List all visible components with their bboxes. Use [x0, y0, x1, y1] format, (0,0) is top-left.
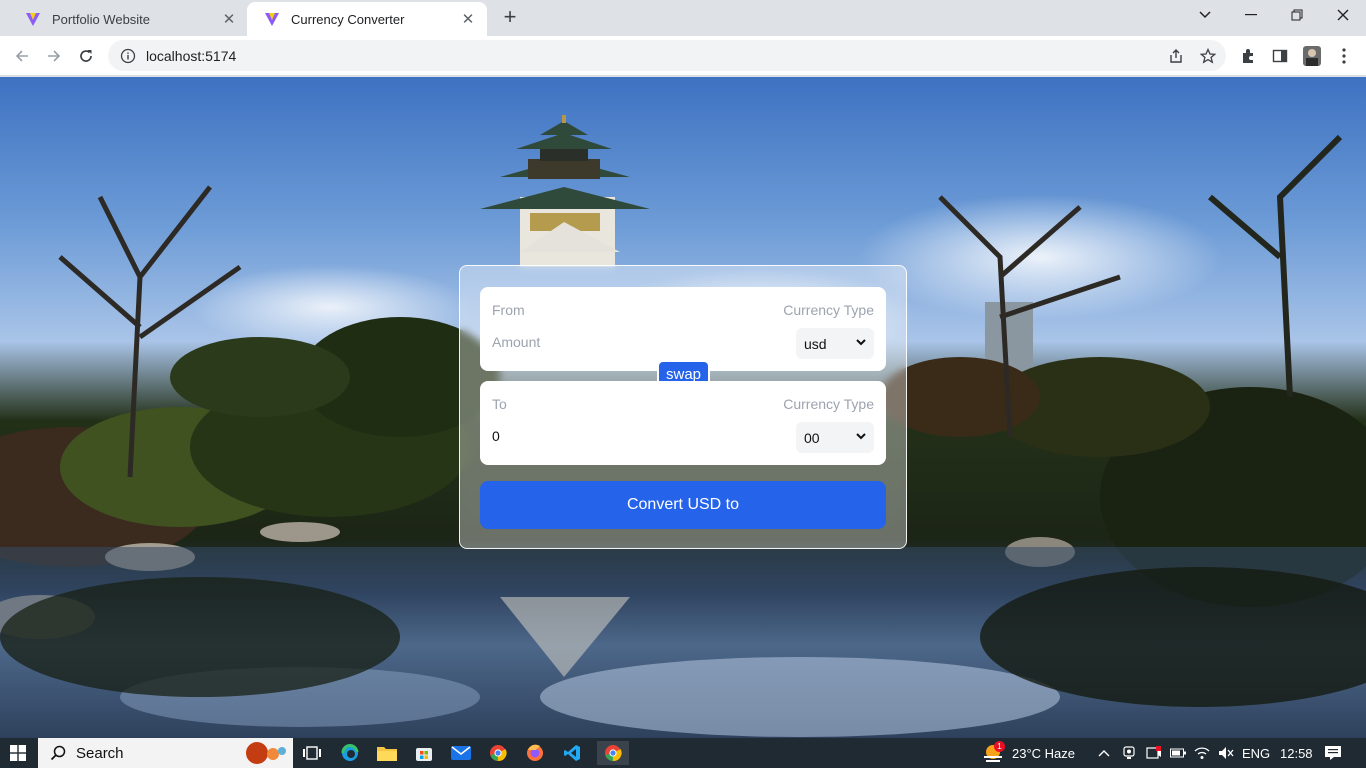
meet-now-icon[interactable]	[1146, 738, 1162, 768]
firefox-icon[interactable]	[523, 741, 547, 765]
from-label: From	[492, 302, 525, 318]
show-hidden-icons-icon[interactable]	[1098, 738, 1110, 768]
to-currency-select[interactable]: 00	[796, 422, 874, 453]
restore-button[interactable]	[1274, 0, 1320, 30]
volume-muted-icon[interactable]	[1218, 738, 1234, 768]
tab-currency-converter[interactable]: Currency Converter ✕	[247, 2, 487, 36]
avatar[interactable]	[1298, 42, 1326, 70]
wifi-icon[interactable]	[1194, 738, 1210, 768]
vite-icon	[263, 10, 281, 28]
chevron-down-icon	[854, 335, 868, 352]
vscode-icon[interactable]	[560, 741, 584, 765]
tab-portfolio-website[interactable]: Portfolio Website ✕	[8, 2, 248, 36]
from-panel: From Currency Type Amount usd	[480, 287, 886, 371]
to-label: To	[492, 396, 507, 412]
forward-icon[interactable]	[40, 42, 68, 70]
reload-icon[interactable]	[72, 42, 100, 70]
weather-haze-icon: 1	[982, 741, 1005, 763]
file-explorer-icon[interactable]	[375, 741, 399, 765]
new-tab-button[interactable]: +	[498, 4, 522, 29]
windows-start-icon[interactable]	[0, 738, 36, 768]
search-icon	[50, 745, 66, 761]
close-icon[interactable]: ✕	[220, 10, 238, 28]
address-text: localhost:5174	[146, 47, 237, 64]
convert-button[interactable]: Convert USD to	[480, 481, 886, 529]
chrome-icon[interactable]	[486, 741, 510, 765]
weather-text: 23°C Haze	[1012, 745, 1076, 761]
page-viewport: From Currency Type Amount usd swap To Cu…	[0, 77, 1366, 738]
taskbar-search-label: Search	[76, 744, 124, 762]
tab-title: Currency Converter	[291, 11, 405, 27]
weather-badge: 1	[994, 741, 1005, 752]
tab-strip: Portfolio Website ✕ Currency Converter ✕…	[0, 0, 1366, 36]
from-currency-select[interactable]: usd	[796, 328, 874, 359]
share-icon[interactable]	[1162, 42, 1190, 70]
microsoft-store-icon[interactable]	[412, 741, 436, 765]
converter-card: From Currency Type Amount usd swap To Cu…	[459, 265, 907, 549]
bookmark-star-icon[interactable]	[1194, 42, 1222, 70]
close-window-button[interactable]	[1320, 0, 1366, 30]
edge-icon[interactable]	[338, 741, 362, 765]
extensions-icon[interactable]	[1234, 42, 1262, 70]
battery-icon[interactable]	[1170, 738, 1186, 768]
from-currency-type-label: Currency Type	[783, 302, 874, 318]
clock[interactable]: 12:58	[1280, 738, 1313, 768]
tab-search-icon[interactable]	[1182, 0, 1228, 30]
side-panel-icon[interactable]	[1266, 42, 1294, 70]
close-icon[interactable]: ✕	[459, 10, 477, 28]
to-currency-value: 00	[804, 429, 820, 446]
task-view-icon[interactable]	[300, 741, 324, 765]
to-amount-field[interactable]: 0	[492, 428, 772, 444]
tab-title: Portfolio Website	[52, 11, 151, 27]
menu-kebab-icon[interactable]	[1330, 42, 1358, 70]
camera-icon[interactable]	[1122, 738, 1136, 768]
taskbar-search-box[interactable]: Search	[38, 738, 293, 768]
from-currency-value: usd	[804, 335, 827, 352]
to-currency-type-label: Currency Type	[783, 396, 874, 412]
address-bar[interactable]: localhost:5174	[108, 40, 1226, 71]
browser-toolbar: localhost:5174	[0, 36, 1366, 76]
taskbar: Search 1 23°C Haze ENG 12:58	[0, 738, 1366, 768]
notifications-icon[interactable]	[1324, 738, 1342, 768]
minimize-button[interactable]	[1228, 0, 1274, 30]
vite-icon	[24, 10, 42, 28]
chevron-down-icon	[854, 429, 868, 446]
chrome-active-icon[interactable]	[597, 741, 629, 765]
weather-widget[interactable]: 1 23°C Haze	[982, 738, 1075, 768]
language-indicator[interactable]: ENG	[1242, 738, 1270, 768]
to-panel: To Currency Type 0 00	[480, 381, 886, 465]
search-highlight-icon	[239, 741, 287, 765]
site-info-icon[interactable]	[120, 48, 136, 64]
back-icon[interactable]	[8, 42, 36, 70]
mail-icon[interactable]	[449, 741, 473, 765]
from-amount-input[interactable]: Amount	[492, 334, 772, 350]
